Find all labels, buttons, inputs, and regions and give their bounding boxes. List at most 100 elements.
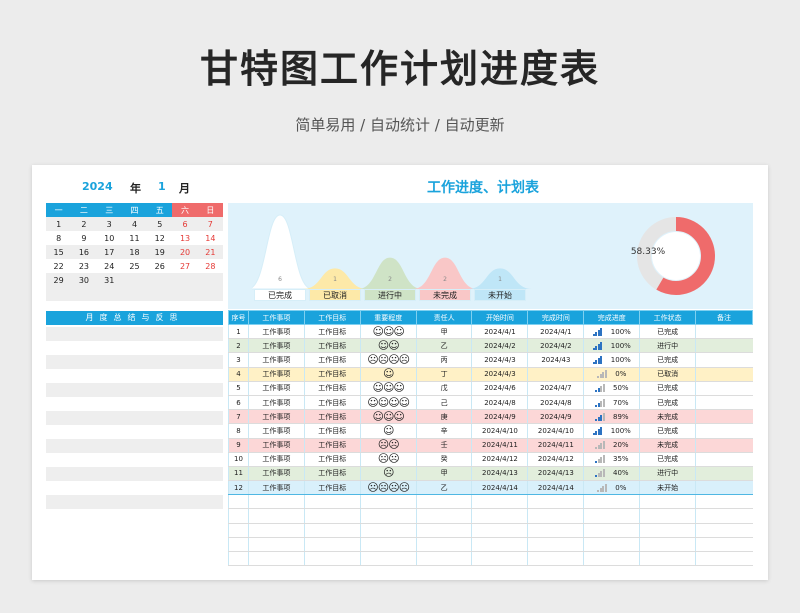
empty-cell[interactable] (583, 537, 640, 553)
empty-cell[interactable] (228, 537, 249, 553)
cell-start[interactable]: 2024/4/10 (471, 423, 528, 439)
empty-cell[interactable] (359, 523, 417, 538)
table-row[interactable]: 8 工作事项 工作目标 ☺ 辛 2024/4/10 2024/4/10 100% 已完成 (228, 423, 753, 439)
empty-cell[interactable] (228, 494, 249, 510)
empty-cell[interactable] (471, 523, 528, 538)
table-row-empty[interactable] (228, 494, 753, 510)
empty-cell[interactable] (228, 551, 249, 567)
empty-cell[interactable] (228, 508, 249, 524)
cell-goal[interactable]: 工作目标 (303, 352, 361, 368)
cell-goal[interactable]: 工作目标 (303, 367, 361, 382)
cell-progress[interactable]: 50% (583, 381, 640, 396)
empty-cell[interactable] (527, 551, 584, 567)
empty-cell[interactable] (247, 494, 305, 510)
calendar-day[interactable]: 7 (197, 217, 223, 231)
empty-cell[interactable] (527, 523, 584, 538)
col-header-no[interactable]: 序号 (228, 310, 249, 325)
cell-note[interactable] (695, 438, 753, 453)
cell-progress[interactable]: 20% (583, 438, 640, 453)
cell-task[interactable]: 工作事项 (247, 452, 305, 467)
cell-end[interactable]: 2024/4/8 (527, 395, 584, 411)
table-row-empty[interactable] (228, 537, 753, 553)
calendar-day[interactable]: 18 (121, 245, 148, 259)
cell-progress[interactable]: 70% (583, 395, 640, 411)
cell-importance[interactable]: ☺☺ (359, 338, 417, 354)
cell-owner[interactable]: 壬 (415, 438, 472, 453)
cell-task[interactable]: 工作事项 (247, 480, 305, 496)
empty-cell[interactable] (359, 508, 417, 524)
cell-status[interactable]: 已完成 (639, 352, 696, 368)
cell-importance[interactable]: ☺☺☺ (359, 381, 417, 396)
calendar-day[interactable]: 19 (147, 245, 173, 259)
cell-task[interactable]: 工作事项 (247, 423, 305, 439)
table-row[interactable]: 3 工作事项 工作目标 ☹☹☹☹ 丙 2024/4/3 2024/43 100% 已完成 (228, 352, 753, 368)
calendar-day[interactable]: 15 (46, 245, 72, 259)
cell-note[interactable] (695, 480, 753, 496)
table-row[interactable]: 12 工作事项 工作目标 ☹☹☹☹ 乙 2024/4/14 2024/4/14 0% 未开始 (228, 480, 753, 496)
empty-cell[interactable] (695, 537, 753, 553)
calendar-day[interactable]: 9 (71, 231, 96, 245)
empty-cell[interactable] (303, 508, 361, 524)
cell-end[interactable] (527, 367, 584, 382)
cell-start[interactable]: 2024/4/2 (471, 338, 528, 354)
cell-note[interactable] (695, 395, 753, 411)
empty-cell[interactable] (471, 537, 528, 553)
empty-cell[interactable] (359, 537, 417, 553)
col-header-start[interactable]: 开始时间 (471, 310, 529, 325)
cell-goal[interactable]: 工作目标 (303, 466, 361, 482)
cell-status[interactable]: 已完成 (639, 452, 696, 467)
table-row[interactable]: 10 工作事项 工作目标 ☹☹ 癸 2024/4/12 2024/4/12 35% 已完成 (228, 452, 753, 467)
table-row[interactable]: 4 工作事项 工作目标 ☺ 丁 2024/4/3 0% 已取消 (228, 367, 753, 382)
cell-start[interactable]: 2024/4/6 (471, 381, 528, 396)
summary-row[interactable] (46, 397, 223, 411)
cell-goal[interactable]: 工作目标 (303, 338, 361, 354)
empty-cell[interactable] (639, 494, 696, 510)
empty-cell[interactable] (415, 494, 472, 510)
calendar-day[interactable]: 14 (198, 231, 223, 245)
cell-owner[interactable]: 己 (415, 395, 472, 411)
cell-no[interactable]: 9 (228, 438, 249, 453)
cell-no[interactable]: 12 (228, 480, 249, 496)
col-header-note[interactable]: 备注 (695, 310, 753, 325)
empty-cell[interactable] (303, 551, 361, 567)
cell-end[interactable]: 2024/4/7 (527, 381, 584, 396)
calendar-month[interactable]: 1 (158, 180, 166, 193)
table-row-empty[interactable] (228, 523, 753, 538)
col-header-importance[interactable]: 重要程度 (359, 310, 417, 325)
cell-progress[interactable]: 100% (583, 352, 640, 368)
cell-status[interactable]: 未开始 (639, 480, 696, 496)
col-header-end[interactable]: 完成时间 (527, 310, 585, 325)
calendar-day[interactable]: 20 (172, 245, 198, 259)
empty-cell[interactable] (583, 551, 640, 567)
calendar-day[interactable]: 27 (172, 259, 197, 273)
cell-importance[interactable]: ☺☺☺ (359, 324, 417, 340)
cell-task[interactable]: 工作事项 (247, 367, 305, 382)
cell-goal[interactable]: 工作目标 (303, 480, 361, 496)
col-header-task[interactable]: 工作事项 (247, 310, 305, 325)
calendar-day[interactable]: 2 (71, 217, 97, 231)
col-header-owner[interactable]: 责任人 (415, 310, 473, 325)
cell-start[interactable]: 2024/4/3 (471, 367, 528, 382)
cell-end[interactable]: 2024/4/11 (527, 438, 584, 453)
empty-cell[interactable] (583, 523, 640, 538)
calendar-day[interactable]: 17 (96, 245, 122, 259)
empty-cell[interactable] (639, 537, 696, 553)
summary-row[interactable] (46, 453, 223, 467)
empty-cell[interactable] (228, 523, 249, 538)
empty-cell[interactable] (415, 551, 472, 567)
cell-start[interactable]: 2024/4/8 (471, 395, 528, 411)
summary-row[interactable] (46, 383, 223, 397)
cell-note[interactable] (695, 352, 753, 368)
calendar-day[interactable] (197, 273, 223, 287)
empty-cell[interactable] (359, 494, 417, 510)
calendar-day[interactable]: 4 (121, 217, 148, 231)
cell-note[interactable] (695, 338, 753, 354)
cell-progress[interactable]: 100% (583, 324, 640, 340)
empty-cell[interactable] (695, 494, 753, 510)
cell-task[interactable]: 工作事项 (247, 381, 305, 396)
cell-end[interactable]: 2024/4/2 (527, 338, 584, 354)
calendar-day[interactable]: 3 (96, 217, 122, 231)
cell-owner[interactable]: 辛 (415, 423, 472, 439)
summary-row[interactable] (46, 495, 223, 509)
cell-importance[interactable]: ☺☺☺ (359, 409, 417, 425)
